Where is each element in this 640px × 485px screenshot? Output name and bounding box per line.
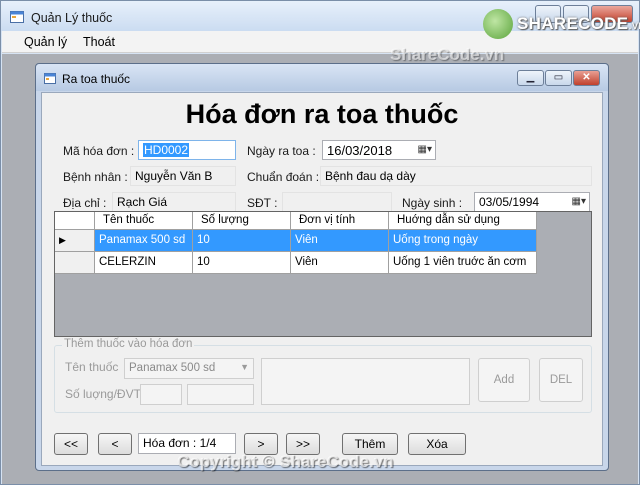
table-cell[interactable]: Uống trong ngày <box>389 230 537 252</box>
minimize-icon: ▁ <box>526 72 535 83</box>
brand-suffix: .vn <box>628 18 640 32</box>
patient-value: Nguyễn Văn B <box>135 169 213 183</box>
main-window: Quản Lý thuốc Quản lý Thoát Ra toa thuốc… <box>0 0 640 485</box>
prev-record-button[interactable]: < <box>98 433 132 455</box>
phone-label: SĐT : <box>247 196 278 210</box>
page-title: Hóa đơn ra toa thuốc <box>185 99 459 129</box>
dob-picker[interactable]: 03/05/1994 ▦▾ <box>474 192 590 212</box>
sharecode-brand: SHARECODE.vn <box>517 14 640 34</box>
prescription-window: Ra toa thuốc ▁ ▭ ✕ Hóa đơn ra toa thuốc … <box>35 63 609 471</box>
column-header[interactable]: Tên thuốc <box>95 212 193 230</box>
window-icon <box>10 11 24 23</box>
grid-header: Tên thuốc Số lượng Đơn vị tính Huớng dẫn… <box>55 212 537 230</box>
child-close-button[interactable]: ✕ <box>573 70 600 86</box>
column-header[interactable]: Đơn vị tính <box>291 212 389 230</box>
table-cell[interactable]: 10 <box>193 230 291 252</box>
restore-icon: ▭ <box>553 72 564 83</box>
invoice-value: HD0002 <box>143 143 190 157</box>
first-record-button[interactable]: << <box>54 433 88 455</box>
delete-invoice-button[interactable]: Xóa <box>408 433 466 455</box>
watermark-bottom: Copyright © ShareCode.vn <box>177 452 394 471</box>
watermark-mid: ShareCode.vn <box>390 45 505 64</box>
window-title: Quản Lý thuốc <box>31 11 113 25</box>
address-field[interactable]: Rạch Giá <box>112 192 236 212</box>
table-cell[interactable]: CELERZIN <box>95 252 193 274</box>
drug-name-label: Tên thuốc <box>65 360 119 374</box>
diagnosis-field[interactable]: Bệnh đau dạ dày <box>320 166 592 186</box>
patient-label: Bệnh nhân : <box>63 170 128 184</box>
child-window-controls: ▁ ▭ ✕ <box>517 70 600 86</box>
diagnosis-label: Chuẩn đoán : <box>247 170 320 184</box>
table-row[interactable]: CELERZIN 10 Viên Uống 1 viên truớc ăn cơ… <box>55 252 537 274</box>
calendar-dropdown-icon[interactable]: ▦▾ <box>572 196 586 207</box>
diagnosis-value: Bệnh đau dạ dày <box>325 169 416 183</box>
sharecode-logo-icon <box>483 9 513 39</box>
phone-field[interactable] <box>282 192 392 212</box>
unit-input[interactable] <box>187 384 254 405</box>
table-row[interactable]: ▶ Panamax 500 sd 10 Viên Uống trong ngày <box>55 230 537 252</box>
group-title: Thêm thuốc vào hóa đơn <box>62 338 195 350</box>
table-cell[interactable]: Viên <box>291 230 389 252</box>
grid-corner <box>55 212 95 230</box>
brand-text: SHARECODE <box>517 14 629 33</box>
address-value: Rạch Giá <box>117 195 168 209</box>
date-label: Ngày ra toa : <box>247 144 316 158</box>
dob-label: Ngày sinh : <box>402 196 463 210</box>
table-cell[interactable]: Viên <box>291 252 389 274</box>
menu-quan-ly[interactable]: Quản lý <box>24 35 67 49</box>
quantity-input[interactable] <box>140 384 182 405</box>
dob-value: 03/05/1994 <box>479 195 540 209</box>
add-drug-group: Thêm thuốc vào hóa đơn Tên thuốc Panamax… <box>54 338 592 413</box>
drug-select-value: Panamax 500 sd <box>129 362 216 374</box>
chevron-down-icon: ▼ <box>240 362 249 372</box>
invoice-label: Mã hóa đơn : <box>63 144 135 158</box>
patient-field[interactable]: Nguyễn Văn B <box>130 166 236 186</box>
qty-unit-label: Số luợng/ĐVT <box>65 387 141 401</box>
window-icon <box>44 73 56 84</box>
table-cell[interactable]: Uống 1 viên truớc ăn cơm <box>389 252 537 274</box>
del-button[interactable]: DEL <box>539 358 583 402</box>
drug-grid[interactable]: Tên thuốc Số lượng Đơn vị tính Huớng dẫn… <box>54 211 592 337</box>
usage-textarea[interactable] <box>261 358 470 405</box>
row-header[interactable] <box>55 252 95 274</box>
record-position: Hóa đơn : 1/4 <box>138 433 236 454</box>
sharecode-logo: SHARECODE.vn <box>483 7 640 41</box>
row-pointer-icon[interactable]: ▶ <box>55 230 95 252</box>
table-cell[interactable]: Panamax 500 sd <box>95 230 193 252</box>
child-title: Ra toa thuốc <box>62 72 131 86</box>
date-value: 16/03/2018 <box>327 143 393 158</box>
child-minimize-button[interactable]: ▁ <box>517 70 544 86</box>
close-icon: ✕ <box>582 72 591 83</box>
table-cell[interactable]: 10 <box>193 252 291 274</box>
column-header[interactable]: Số lượng <box>193 212 291 230</box>
invoice-field[interactable]: HD0002 <box>138 140 236 160</box>
child-maximize-button[interactable]: ▭ <box>545 70 572 86</box>
address-label: Địa chỉ : <box>63 196 107 210</box>
calendar-dropdown-icon[interactable]: ▦▾ <box>418 144 432 155</box>
column-header[interactable]: Huớng dẫn sử dụng <box>389 212 537 230</box>
form-client-area: Hóa đơn ra toa thuốc Mã hóa đơn : HD0002… <box>41 92 603 466</box>
date-picker[interactable]: 16/03/2018 ▦▾ <box>322 140 436 160</box>
menu-thoat[interactable]: Thoát <box>83 35 115 49</box>
add-button[interactable]: Add <box>478 358 530 402</box>
drug-select[interactable]: Panamax 500 sd ▼ <box>124 358 254 379</box>
child-title-bar[interactable]: Ra toa thuốc ▁ ▭ ✕ <box>36 64 608 91</box>
